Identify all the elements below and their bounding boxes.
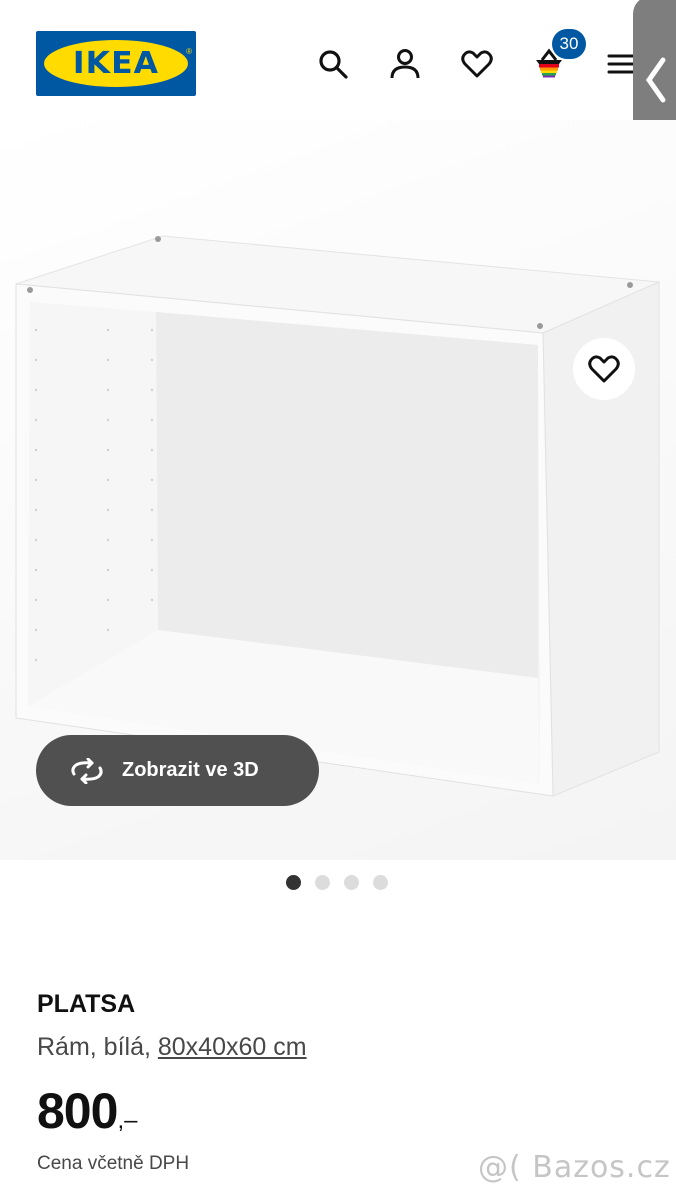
user-icon[interactable] [385,44,425,84]
view-3d-label: Zobrazit ve 3D [122,759,259,781]
pagination-dot-3[interactable] [344,875,359,890]
logo-text: IKEA [72,46,160,81]
pagination-dot-2[interactable] [315,875,330,890]
product-description-text: Rám, bílá, [37,1033,158,1061]
cart-count-badge: 30 [552,29,586,59]
product-description: Rám, bílá, 80x40x60 cm [37,1033,307,1062]
pagination-dot-4[interactable] [373,875,388,890]
rotate-3d-icon [71,757,103,784]
ikea-logo[interactable]: IKEA ® [36,31,196,96]
product-size-link[interactable]: 80x40x60 cm [158,1033,307,1061]
price-value: 800 [37,1083,118,1139]
header: IKEA ® 30 [0,0,676,120]
gallery-pagination [286,875,388,890]
pagination-dot-1[interactable] [286,875,301,890]
price-suffix: ,– [117,1107,138,1134]
logo-registered-mark: ® [186,47,192,56]
heart-icon[interactable] [457,44,497,84]
bazos-watermark: @( Bazos.cz [478,1150,671,1185]
product-price: 800,– [37,1082,137,1140]
search-icon[interactable] [313,44,353,84]
vat-note: Cena včetně DPH [37,1153,190,1174]
favorite-button[interactable] [573,338,635,400]
product-name: PLATSA [37,990,136,1018]
heart-icon [588,355,620,383]
view-3d-button[interactable]: Zobrazit ve 3D [36,735,319,806]
chevron-left-icon [645,57,666,103]
